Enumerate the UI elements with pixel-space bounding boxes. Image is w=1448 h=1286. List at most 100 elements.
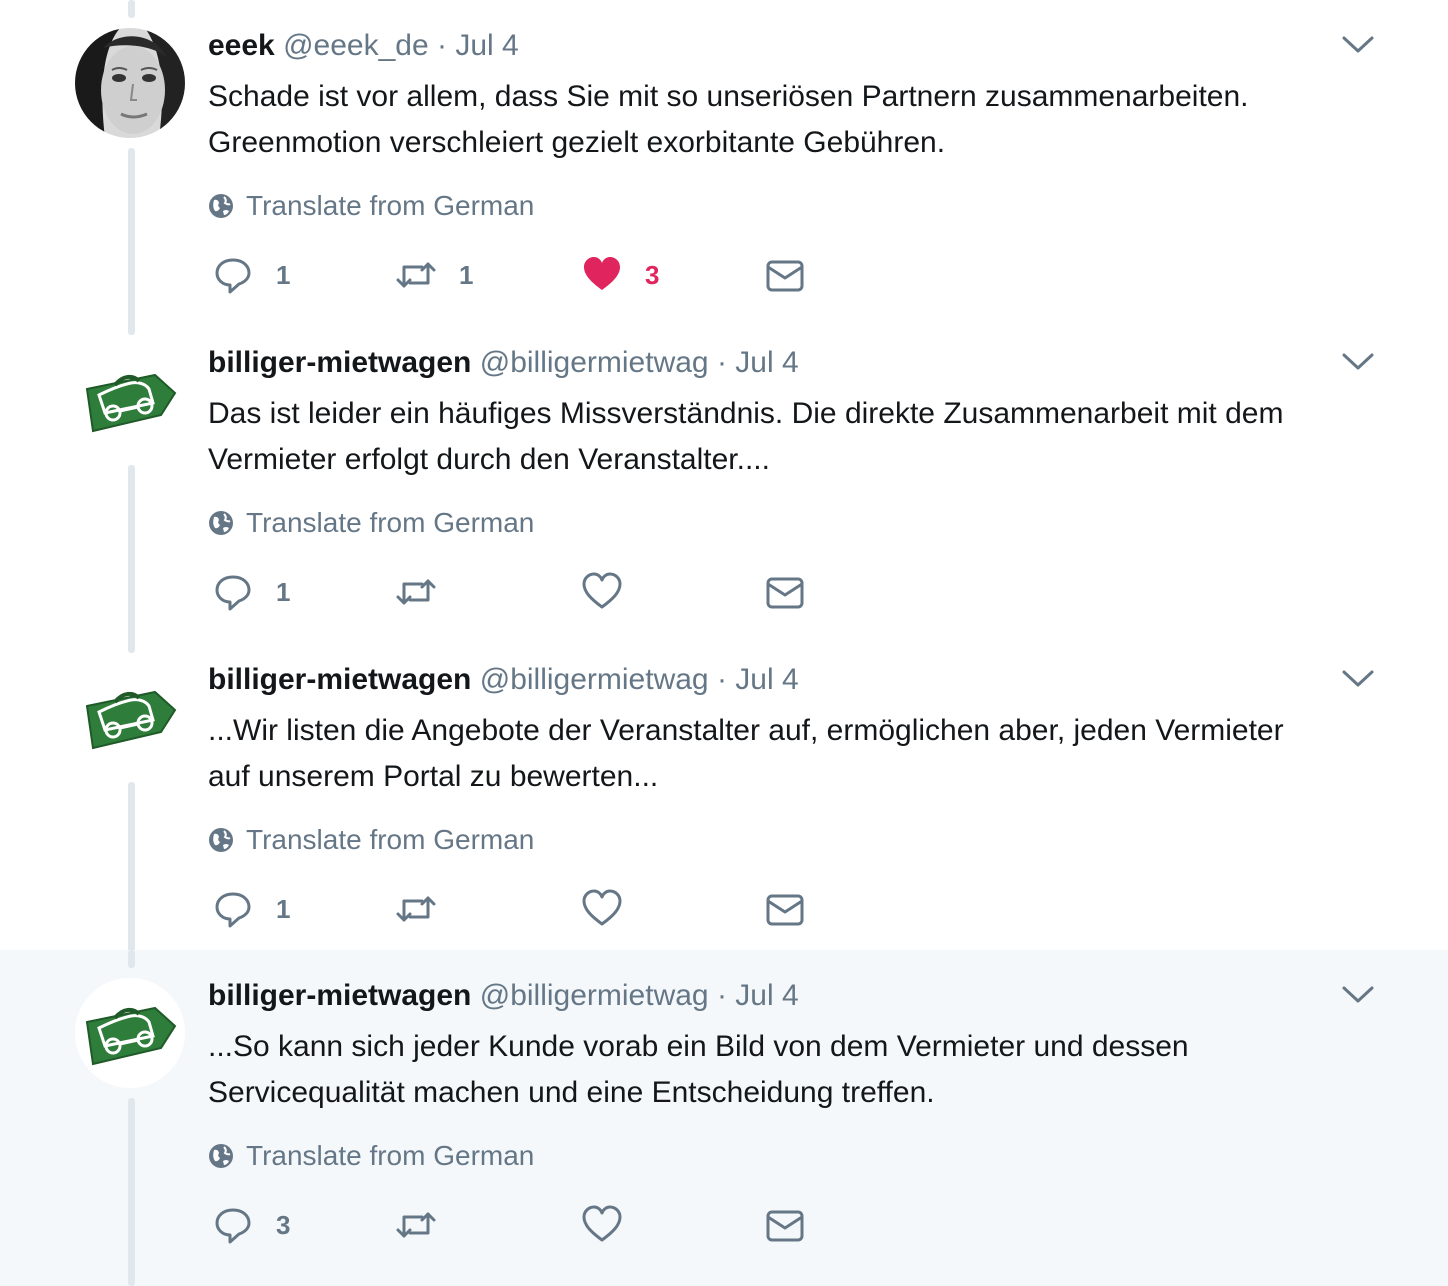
separator: ·: [716, 979, 727, 1012]
thread-line: [128, 1098, 135, 1286]
envelope-icon: [766, 577, 804, 609]
globe-icon: [209, 828, 233, 852]
like-count: 3: [645, 259, 660, 290]
tweet-text-line: Vermieter erfolgt durch den Veranstalter…: [208, 443, 770, 476]
handle[interactable]: @billigermietwag: [480, 346, 709, 379]
translate-label[interactable]: Translate from German: [246, 1136, 534, 1176]
chevron-down-icon[interactable]: [1340, 982, 1376, 1006]
tweet-thread: eeek @eeek_de · Jul 4 Schade ist vor all…: [0, 0, 1448, 1286]
retweet-button[interactable]: [395, 886, 459, 932]
reply-button[interactable]: 3: [212, 1202, 290, 1248]
retweet-icon: [396, 579, 436, 605]
avatar[interactable]: [75, 978, 185, 1088]
retweet-icon: [396, 262, 436, 288]
reply-button[interactable]: 1: [212, 569, 290, 615]
tweet-text-line: Das ist leider ein häufiges Missverständ…: [208, 397, 1284, 430]
thread-line: [128, 148, 135, 334]
avatar[interactable]: [75, 345, 185, 455]
like-button[interactable]: [581, 569, 645, 615]
reply-count: 1: [276, 576, 291, 607]
translate-label[interactable]: Translate from German: [246, 186, 534, 226]
display-name[interactable]: billiger-mietwagen: [208, 346, 471, 379]
thread-line: [128, 950, 135, 968]
reply-icon: [215, 258, 251, 294]
separator: ·: [716, 346, 727, 379]
reply-count: 1: [276, 259, 291, 290]
retweet-button[interactable]: 1: [395, 252, 473, 298]
heart-filled-icon: [584, 257, 620, 290]
tweet-highlighted[interactable]: billiger-mietwagen @billigermietwag · Ju…: [0, 950, 1448, 1286]
tweet-text: ...So kann sich jeder Kunde vorab ein Bi…: [208, 1024, 1388, 1116]
like-button[interactable]: [581, 1202, 645, 1248]
thread-line: [128, 0, 135, 18]
display-name[interactable]: eeek: [208, 29, 275, 62]
translate-link[interactable]: Translate from German: [208, 186, 534, 226]
retweet-icon: [396, 896, 436, 922]
tweet-text-line: ...So kann sich jeder Kunde vorab ein Bi…: [208, 1030, 1189, 1063]
handle[interactable]: @billigermietwag: [480, 979, 709, 1012]
tweet-text-line: Servicequalität machen und eine Entschei…: [208, 1076, 935, 1109]
reply-icon: [215, 892, 251, 928]
tweet-text: ...Wir listen die Angebote der Veranstal…: [208, 708, 1388, 800]
display-name[interactable]: billiger-mietwagen: [208, 979, 471, 1012]
tweet[interactable]: billiger-mietwagen @billigermietwag · Ju…: [0, 317, 1448, 653]
retweet-button[interactable]: [395, 569, 459, 615]
tweet-text-line: Schade ist vor allem, dass Sie mit so un…: [208, 80, 1249, 113]
reply-icon: [215, 1208, 251, 1244]
envelope-icon: [766, 894, 804, 926]
translate-label[interactable]: Translate from German: [246, 820, 534, 860]
direct-message-button[interactable]: [764, 886, 806, 932]
thread-line: [128, 634, 135, 652]
timestamp[interactable]: Jul 4: [735, 346, 798, 379]
display-name[interactable]: billiger-mietwagen: [208, 663, 471, 696]
tweet-text-line: auf unserem Portal zu bewerten...: [208, 760, 659, 793]
avatar[interactable]: [75, 28, 185, 138]
tweet-header: eeek @eeek_de · Jul 4: [208, 26, 519, 66]
heart-icon: [582, 1205, 622, 1242]
globe-icon: [209, 194, 233, 218]
tweet-text-line: Greenmotion verschleiert gezielt exorbit…: [208, 126, 946, 159]
timestamp[interactable]: Jul 4: [455, 29, 518, 62]
thread-line: [128, 465, 135, 653]
heart-icon: [582, 572, 622, 609]
chevron-down-icon[interactable]: [1340, 32, 1376, 56]
reply-button[interactable]: 1: [212, 252, 290, 298]
globe-icon: [209, 511, 233, 535]
thread-line: [128, 782, 135, 970]
translate-link[interactable]: Translate from German: [208, 820, 534, 860]
globe-icon: [209, 1144, 233, 1168]
translate-link[interactable]: Translate from German: [208, 1136, 534, 1176]
retweet-icon: [396, 1212, 436, 1238]
like-button[interactable]: [581, 886, 645, 932]
separator: ·: [716, 663, 727, 696]
tweet[interactable]: billiger-mietwagen @billigermietwag · Ju…: [0, 634, 1448, 970]
tweet-header: billiger-mietwagen @billigermietwag · Ju…: [208, 343, 799, 383]
tweet-text: Das ist leider ein häufiges Missverständ…: [208, 391, 1388, 483]
separator: ·: [437, 29, 447, 62]
handle[interactable]: @billigermietwag: [480, 663, 709, 696]
retweet-count: 1: [459, 259, 474, 290]
chevron-down-icon[interactable]: [1340, 349, 1376, 373]
envelope-icon: [766, 1210, 804, 1242]
timestamp[interactable]: Jul 4: [735, 663, 798, 696]
handle[interactable]: @eeek_de: [283, 29, 429, 62]
reply-count: 3: [276, 1209, 291, 1240]
chevron-down-icon[interactable]: [1340, 666, 1376, 690]
translate-link[interactable]: Translate from German: [208, 503, 534, 543]
timestamp[interactable]: Jul 4: [735, 979, 798, 1012]
heart-icon: [582, 889, 622, 926]
envelope-icon: [766, 260, 804, 292]
translate-label[interactable]: Translate from German: [246, 503, 534, 543]
reply-button[interactable]: 1: [212, 886, 290, 932]
tweet-header: billiger-mietwagen @billigermietwag · Ju…: [208, 976, 799, 1016]
tweet-header: billiger-mietwagen @billigermietwag · Ju…: [208, 660, 799, 700]
avatar[interactable]: [75, 662, 185, 772]
direct-message-button[interactable]: [764, 1202, 806, 1248]
retweet-button[interactable]: [395, 1202, 459, 1248]
like-button[interactable]: 3: [581, 252, 659, 298]
thread-line: [128, 317, 135, 335]
direct-message-button[interactable]: [764, 252, 806, 298]
tweet-text-line: ...Wir listen die Angebote der Veranstal…: [208, 714, 1284, 747]
tweet[interactable]: eeek @eeek_de · Jul 4 Schade ist vor all…: [0, 0, 1448, 334]
direct-message-button[interactable]: [764, 569, 806, 615]
